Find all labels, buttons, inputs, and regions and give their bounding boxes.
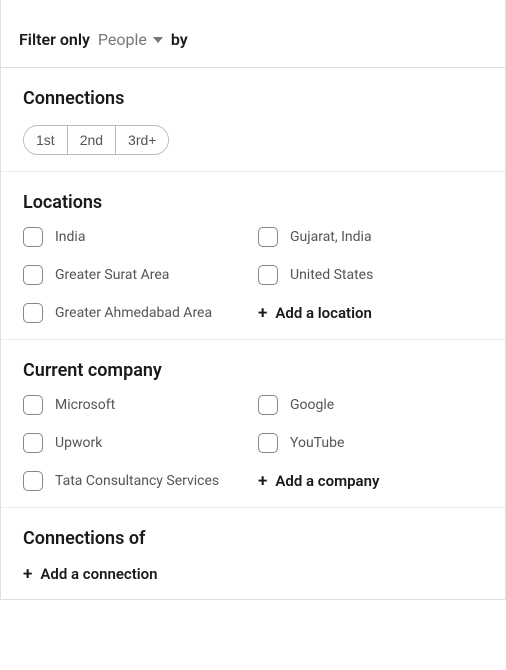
add-location-link[interactable]: + Add a location	[258, 303, 483, 323]
add-company-label: Add a company	[275, 472, 379, 490]
company-checkbox-google[interactable]: Google	[258, 395, 483, 415]
location-checkbox-india[interactable]: India	[23, 227, 248, 247]
checkbox-label: Upwork	[55, 435, 102, 451]
company-checkbox-youtube[interactable]: YouTube	[258, 433, 483, 453]
filter-header: Filter only People by	[0, 0, 506, 67]
checkbox-label: Microsoft	[55, 397, 115, 413]
checkbox-icon	[23, 265, 43, 285]
checkbox-icon	[23, 433, 43, 453]
location-checkbox-ahmedabad[interactable]: Greater Ahmedabad Area	[23, 303, 248, 323]
section-title-connections-of: Connections of	[23, 528, 483, 549]
checkbox-icon	[23, 471, 43, 491]
entity-type-value: People	[98, 30, 147, 49]
section-title-locations: Locations	[23, 192, 483, 213]
section-title-connections: Connections	[23, 88, 483, 109]
section-connections: Connections 1st 2nd 3rd+	[1, 68, 505, 172]
section-locations: Locations India Gujarat, India Greater S…	[1, 172, 505, 340]
add-connection-label: Add a connection	[40, 565, 157, 583]
company-checkbox-microsoft[interactable]: Microsoft	[23, 395, 248, 415]
add-connection-link[interactable]: + Add a connection	[23, 565, 483, 583]
location-checkbox-us[interactable]: United States	[258, 265, 483, 285]
location-checkbox-surat[interactable]: Greater Surat Area	[23, 265, 248, 285]
filter-by-label: by	[171, 30, 188, 49]
checkbox-icon	[258, 395, 278, 415]
checkbox-label: Gujarat, India	[290, 229, 372, 245]
checkbox-icon	[23, 227, 43, 247]
checkbox-label: Greater Surat Area	[55, 267, 169, 283]
add-company-link[interactable]: + Add a company	[258, 471, 483, 491]
plus-icon: +	[258, 473, 267, 490]
checkbox-label: Google	[290, 397, 334, 413]
checkbox-label: India	[55, 229, 85, 245]
section-company: Current company Microsoft Google Upwork …	[1, 340, 505, 508]
checkbox-label: United States	[290, 267, 373, 283]
checkbox-icon	[258, 227, 278, 247]
company-checkbox-upwork[interactable]: Upwork	[23, 433, 248, 453]
checkbox-icon	[23, 395, 43, 415]
company-checkbox-tcs[interactable]: Tata Consultancy Services	[23, 471, 248, 491]
add-location-label: Add a location	[275, 304, 371, 322]
section-connections-of: Connections of + Add a connection	[1, 508, 505, 599]
degree-1st[interactable]: 1st	[24, 126, 67, 154]
checkbox-icon	[258, 433, 278, 453]
degree-2nd[interactable]: 2nd	[67, 126, 115, 154]
filters-panel: Connections 1st 2nd 3rd+ Locations India…	[0, 67, 506, 600]
degree-3rd-plus[interactable]: 3rd+	[115, 126, 168, 154]
checkbox-icon	[23, 303, 43, 323]
checkbox-label: YouTube	[290, 435, 344, 451]
section-title-company: Current company	[23, 360, 483, 381]
location-checkbox-gujarat[interactable]: Gujarat, India	[258, 227, 483, 247]
checkbox-label: Greater Ahmedabad Area	[55, 305, 212, 321]
connection-degree-group: 1st 2nd 3rd+	[23, 125, 169, 155]
plus-icon: +	[258, 305, 267, 322]
plus-icon: +	[23, 566, 32, 583]
filter-only-label: Filter only	[19, 30, 90, 49]
checkbox-icon	[258, 265, 278, 285]
caret-down-icon	[153, 37, 163, 43]
entity-type-dropdown[interactable]: People	[98, 30, 163, 49]
checkbox-label: Tata Consultancy Services	[55, 473, 219, 489]
